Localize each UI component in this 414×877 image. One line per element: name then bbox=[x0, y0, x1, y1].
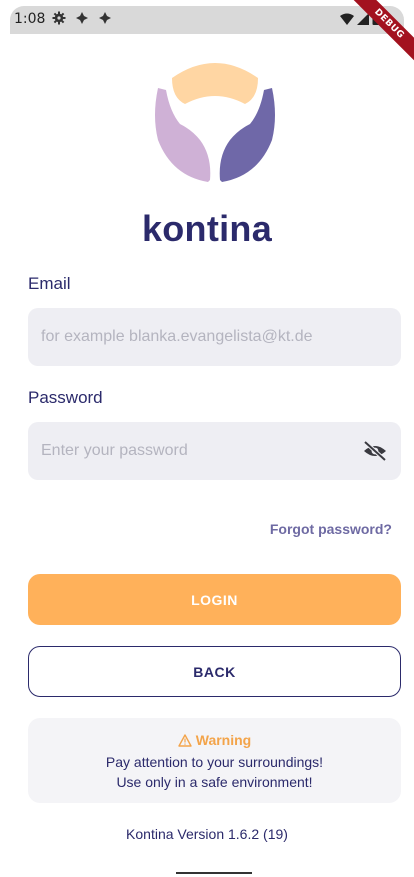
warning-line-1: Pay attention to your surroundings! bbox=[105, 753, 324, 770]
toggle-password-visibility-icon[interactable] bbox=[362, 440, 388, 462]
warning-title-text: Warning bbox=[195, 732, 252, 748]
warning-triangle-icon bbox=[178, 733, 192, 747]
forgot-password-link[interactable]: Forgot password? bbox=[270, 521, 392, 537]
app-version: Kontina Version 1.6.2 (19) bbox=[126, 826, 288, 842]
status-bar: 1:08 DEBUG bbox=[0, 0, 414, 69]
settings-icon bbox=[52, 11, 66, 25]
warning-title: Warning bbox=[178, 732, 251, 748]
email-input[interactable] bbox=[28, 308, 401, 366]
wifi-icon bbox=[340, 13, 354, 25]
password-input[interactable] bbox=[28, 422, 401, 480]
password-label: Password bbox=[28, 388, 103, 407]
brand-name: kontina bbox=[141, 208, 273, 249]
home-indicator bbox=[176, 872, 252, 874]
back-button[interactable]: BACK bbox=[28, 646, 401, 697]
kontina-logo bbox=[155, 63, 275, 182]
notification-icon bbox=[76, 12, 88, 24]
warning-box: Warning Pay attention to your surroundin… bbox=[28, 718, 401, 803]
warning-line-2: Use only in a safe environment! bbox=[116, 773, 313, 790]
status-time: 1:08 bbox=[14, 11, 46, 27]
status-left-icons bbox=[52, 11, 112, 25]
notification-icon-2 bbox=[99, 12, 111, 24]
login-button[interactable]: LOGIN bbox=[28, 574, 401, 625]
email-label: Email bbox=[28, 274, 71, 293]
